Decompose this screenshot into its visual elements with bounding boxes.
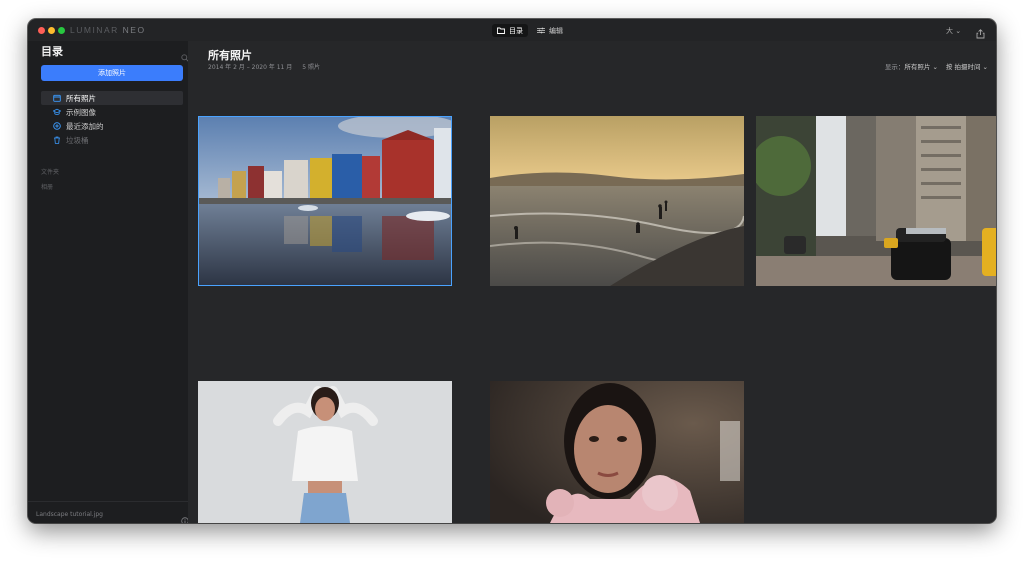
sidebar-item-recently-added[interactable]: 最近添加的 xyxy=(41,119,183,133)
photo-thumbnail-portrait-white[interactable] xyxy=(198,381,452,523)
sidebar: 目录 添加照片 所有照片 示例图像 最近添加的 垃圾桶 文件夹 相册 Lands… xyxy=(28,41,189,523)
minimize-window-button[interactable] xyxy=(48,27,55,34)
sidebar-item-label: 垃圾桶 xyxy=(66,135,89,145)
selected-filename: Landscape tutorial.jpg xyxy=(36,511,103,518)
harbor-photo xyxy=(198,116,452,286)
show-filter-label: 显示： xyxy=(884,63,905,71)
tab-catalog-label: 目录 xyxy=(509,26,523,35)
sidebar-item-sample-images[interactable]: 示例图像 xyxy=(41,105,183,119)
tab-edit-label: 编辑 xyxy=(549,26,563,35)
zoom-window-button[interactable] xyxy=(58,27,65,34)
sidebar-item-trash[interactable]: 垃圾桶 xyxy=(41,133,183,147)
portrait-white-photo xyxy=(198,381,452,523)
sidebar-section-albums[interactable]: 相册 xyxy=(41,182,53,191)
page-title: 所有照片 xyxy=(208,49,252,62)
portrait-close-photo xyxy=(490,381,744,523)
sidebar-nav: 所有照片 示例图像 最近添加的 垃圾桶 xyxy=(41,91,183,147)
trash-icon xyxy=(53,136,61,144)
sidebar-footer: Landscape tutorial.jpg xyxy=(28,501,189,523)
tab-catalog[interactable]: 目录 xyxy=(492,24,528,37)
app-logo: LUMINAR NEO xyxy=(70,25,146,35)
mode-switcher: 目录 编辑 xyxy=(492,24,568,37)
photo-thumbnail-portrait-close[interactable] xyxy=(490,381,744,523)
beach-photo xyxy=(490,116,744,286)
city-photo xyxy=(756,116,996,286)
tab-edit[interactable]: 编辑 xyxy=(532,24,568,37)
date-range: 2014 年 2 月 – 2020 年 11 月 xyxy=(208,64,293,71)
sidebar-item-label: 示例图像 xyxy=(66,107,96,117)
photo-thumbnail-beach[interactable] xyxy=(490,116,744,286)
view-controls: 显示：所有照片 ⌄ 按 拍摄时间 ⌄ xyxy=(885,61,988,71)
thumbnail-size-dropdown[interactable]: 大 ⌄ xyxy=(946,26,961,36)
graduation-cap-icon xyxy=(53,108,61,116)
show-filter-dropdown[interactable]: 显示：所有照片 ⌄ xyxy=(885,61,938,71)
photo-thumbnail-harbor[interactable] xyxy=(198,116,452,286)
sort-dropdown[interactable]: 按 拍摄时间 ⌄ xyxy=(946,61,988,71)
show-filter-value: 所有照片 ⌄ xyxy=(904,63,938,71)
plus-circle-icon xyxy=(53,122,61,130)
sidebar-title: 目录 xyxy=(41,45,63,58)
calendar-icon xyxy=(53,94,61,102)
catalog-main: 所有照片 2014 年 2 月 – 2020 年 11 月 5 照片 显示：所有… xyxy=(188,41,996,523)
photo-thumbnail-city[interactable] xyxy=(756,116,996,286)
title-bar: LUMINAR NEO 目录 编辑 大 ⌄ xyxy=(28,19,996,41)
close-window-button[interactable] xyxy=(38,27,45,34)
sidebar-item-all-photos[interactable]: 所有照片 xyxy=(41,91,183,105)
catalog-summary: 2014 年 2 月 – 2020 年 11 月 5 照片 xyxy=(208,62,320,71)
folder-icon xyxy=(497,27,505,34)
sidebar-item-label: 最近添加的 xyxy=(66,121,104,131)
sidebar-item-label: 所有照片 xyxy=(66,93,96,103)
app-window: LUMINAR NEO 目录 编辑 大 ⌄ 目录 添加照片 所有照片 示例图像 … xyxy=(28,19,996,523)
add-photos-button[interactable]: 添加照片 xyxy=(41,65,183,81)
sliders-icon xyxy=(537,27,545,34)
photo-count: 5 照片 xyxy=(302,64,320,71)
sidebar-section-folders[interactable]: 文件夹 xyxy=(41,167,59,176)
